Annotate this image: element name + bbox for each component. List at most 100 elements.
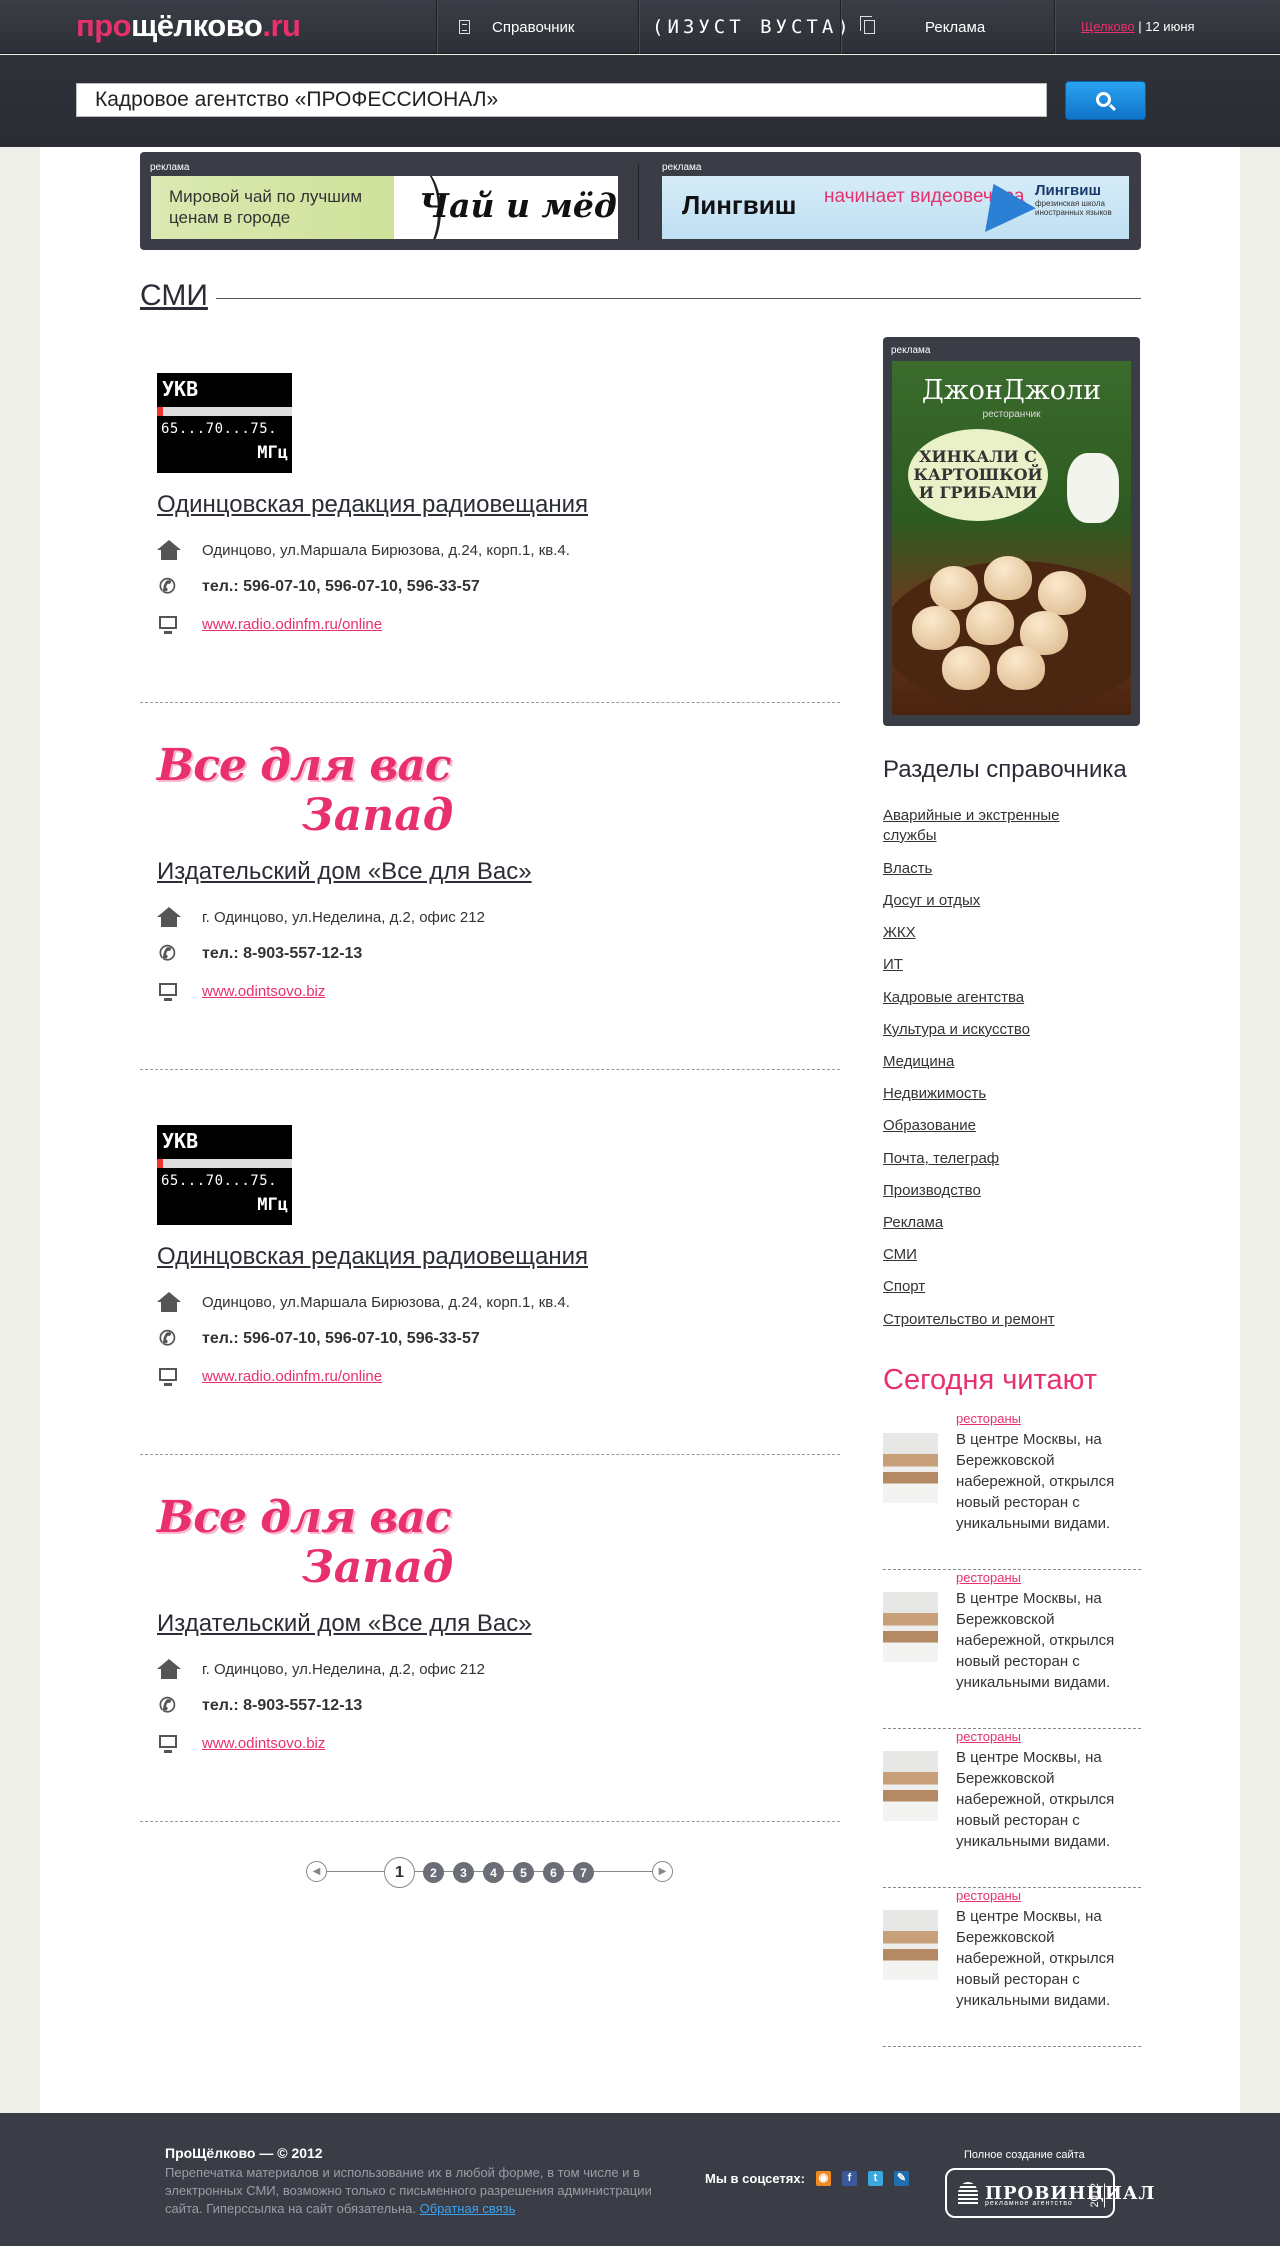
twitter-icon[interactable]: t bbox=[867, 2171, 883, 2186]
phone-icon: ✆ bbox=[159, 1695, 176, 1717]
news-thumbnail[interactable] bbox=[883, 1592, 938, 1662]
ram-mascot-icon bbox=[1067, 453, 1119, 523]
directory-title: Разделы справочника bbox=[883, 756, 1127, 783]
listing-title[interactable]: Издательский дом «Все для Вас» bbox=[157, 1610, 532, 1638]
nav-divider bbox=[436, 0, 437, 54]
news-category-link[interactable]: рестораны bbox=[956, 1729, 1021, 1744]
news-thumbnail[interactable] bbox=[883, 1751, 938, 1821]
listing-phone: ✆ тел.: 8-903-557-12-13 bbox=[159, 943, 363, 965]
current-date: 12 июня bbox=[1145, 19, 1195, 34]
listing-address: Одинцово, ул.Маршала Бирюзова, д.24, кор… bbox=[157, 1292, 570, 1312]
title-divider bbox=[216, 298, 1141, 299]
listing-title[interactable]: Одинцовская редакция радиовещания bbox=[157, 1243, 588, 1271]
page-3[interactable]: 3 bbox=[453, 1862, 474, 1883]
search-input[interactable] bbox=[76, 83, 1047, 117]
directory-link[interactable]: Производство bbox=[883, 1181, 1113, 1201]
news-text[interactable]: В центре Москвы, на Бережковской набереж… bbox=[956, 1906, 1141, 2011]
page-5[interactable]: 5 bbox=[513, 1862, 534, 1883]
page-6[interactable]: 6 bbox=[543, 1862, 564, 1883]
directory-link[interactable]: ЖКХ bbox=[883, 923, 1113, 943]
directory-link[interactable]: Почта, телеграф bbox=[883, 1149, 1113, 1169]
nav-item-brand[interactable]: (ИЗУСТ ВУСТА) bbox=[652, 0, 853, 54]
ad-restaurant-image[interactable]: ДжонДжоли ресторанчик ХИНКАЛИ С КАРТОШКО… bbox=[892, 361, 1131, 715]
listing-thumbnail[interactable]: УКВ 65...70...75. МГц bbox=[157, 373, 292, 473]
directory-link[interactable]: СМИ bbox=[883, 1245, 1113, 1265]
website-link[interactable]: www.radio.odinfm.ru/online bbox=[202, 1368, 382, 1385]
site-logo[interactable]: прощёлково.ru bbox=[76, 8, 301, 44]
news-text[interactable]: В центре Москвы, на Бережковской набереж… bbox=[956, 1747, 1141, 1852]
directory-link[interactable]: Недвижимость bbox=[883, 1084, 1113, 1104]
rss-icon[interactable]: ◉ bbox=[815, 2171, 831, 2186]
listing-thumbnail[interactable]: Все для вас Запад bbox=[157, 740, 457, 850]
directory-link[interactable]: ИТ bbox=[883, 955, 1113, 975]
news-text[interactable]: В центре Москвы, на Бережковской набереж… bbox=[956, 1429, 1141, 1534]
ad-lingvish[interactable]: Лингвиш начинает видеовечера Лингвиш фре… bbox=[662, 176, 1129, 239]
news-thumbnail[interactable] bbox=[883, 1910, 938, 1980]
listing-title[interactable]: Одинцовская редакция радиовещания bbox=[157, 491, 588, 519]
directory-link[interactable]: Культура и искусство bbox=[883, 1020, 1113, 1040]
agency-mark-icon bbox=[958, 2182, 978, 2206]
phone-icon: ✆ bbox=[159, 1328, 176, 1350]
news-category-link[interactable]: рестораны bbox=[956, 1888, 1021, 1903]
directory-link[interactable]: Спорт bbox=[883, 1277, 1113, 1297]
feedback-link[interactable]: Обратная связь bbox=[420, 2201, 516, 2216]
directory-link[interactable]: Кадровые агентства bbox=[883, 988, 1113, 1008]
facebook-icon[interactable]: f bbox=[841, 2171, 857, 2186]
listing-website: www.radio.odinfm.ru/online bbox=[157, 614, 382, 634]
ad-brand: Лингвиш bbox=[682, 190, 797, 220]
news-category-link[interactable]: рестораны bbox=[956, 1411, 1021, 1426]
home-icon bbox=[157, 1292, 181, 1312]
listing-phone: ✆ тел.: 596-07-10, 596-07-10, 596-33-57 bbox=[159, 1328, 480, 1350]
side-ad: реклама ДжонДжоли ресторанчик ХИНКАЛИ С … bbox=[883, 337, 1140, 726]
listing-title[interactable]: Издательский дом «Все для Вас» bbox=[157, 858, 532, 886]
directory-link[interactable]: Аварийные и экстренные службы bbox=[883, 806, 1113, 846]
city-link[interactable]: Щелково bbox=[1081, 19, 1135, 34]
nav-item-advertising[interactable]: Реклама bbox=[860, 0, 985, 54]
website-link[interactable]: www.odintsovo.biz bbox=[202, 983, 325, 1000]
page-7[interactable]: 7 bbox=[573, 1862, 594, 1883]
website-link[interactable]: www.odintsovo.biz bbox=[202, 1735, 325, 1752]
page-1[interactable]: 1 bbox=[384, 1857, 415, 1888]
ad-speech-bubble: ХИНКАЛИ С КАРТОШКОЙ И ГРИБАМИ bbox=[908, 429, 1048, 521]
copy-icon bbox=[860, 16, 875, 34]
livejournal-icon[interactable]: ✎ bbox=[893, 2171, 909, 2186]
directory-link[interactable]: Медицина bbox=[883, 1052, 1113, 1072]
agency-logo[interactable]: ПРОВИНЦИАЛ рекламное агентство 2012 bbox=[945, 2168, 1154, 2218]
directory-link[interactable]: Реклама bbox=[883, 1213, 1113, 1233]
ad-tea-honey[interactable]: Мировой чай по лучшим ценам в городе Чай… bbox=[151, 176, 618, 239]
ad-divider bbox=[638, 164, 639, 240]
news-item: рестораны В центре Москвы, на Бережковск… bbox=[883, 1729, 1141, 1888]
nav-item-directory[interactable]: Справочник bbox=[459, 0, 575, 54]
next-page-button[interactable]: ▶ bbox=[652, 1861, 673, 1882]
news-thumbnail[interactable] bbox=[883, 1433, 938, 1503]
listing-item: УКВ 65...70...75. МГц Одинцовская редакция… bbox=[140, 373, 840, 703]
news-item: рестораны В центре Москвы, на Бережковск… bbox=[883, 1888, 1141, 2047]
pagination: ◀ 1 2 3 4 5 6 7 ▶ bbox=[306, 1857, 674, 1888]
listing-website: www.odintsovo.biz bbox=[157, 981, 325, 1001]
news-category-link[interactable]: рестораны bbox=[956, 1570, 1021, 1585]
directory-link[interactable]: Досуг и отдых bbox=[883, 891, 1113, 911]
directory-link[interactable]: Строительство и ремонт bbox=[883, 1310, 1113, 1330]
monitor-icon bbox=[157, 614, 180, 634]
monitor-icon bbox=[157, 1366, 180, 1386]
ad-text: Мировой чай по лучшим ценам в городе bbox=[169, 187, 363, 227]
listing-thumbnail[interactable]: Все для вас Запад bbox=[157, 1492, 457, 1602]
directory-link[interactable]: Образование bbox=[883, 1116, 1113, 1136]
page-title: СМИ bbox=[140, 279, 208, 312]
dumpling-image bbox=[997, 646, 1045, 690]
listing-website: www.odintsovo.biz bbox=[157, 1733, 325, 1753]
dumpling-image bbox=[966, 601, 1014, 645]
phone-icon: ✆ bbox=[159, 943, 176, 965]
ad-brand-subtitle: ресторанчик bbox=[982, 409, 1041, 420]
directory-link[interactable]: Власть bbox=[883, 859, 1113, 879]
home-icon bbox=[157, 1659, 181, 1679]
ad-label: реклама bbox=[150, 162, 190, 173]
listing-thumbnail[interactable]: УКВ 65...70...75. МГц bbox=[157, 1125, 292, 1225]
page-4[interactable]: 4 bbox=[483, 1862, 504, 1883]
search-button[interactable] bbox=[1065, 81, 1146, 120]
news-text[interactable]: В центре Москвы, на Бережковской набереж… bbox=[956, 1588, 1141, 1693]
page-2[interactable]: 2 bbox=[423, 1862, 444, 1883]
website-link[interactable]: www.radio.odinfm.ru/online bbox=[202, 616, 382, 633]
prev-page-button[interactable]: ◀ bbox=[306, 1861, 327, 1882]
news-item: рестораны В центре Москвы, на Бережковск… bbox=[883, 1570, 1141, 1729]
